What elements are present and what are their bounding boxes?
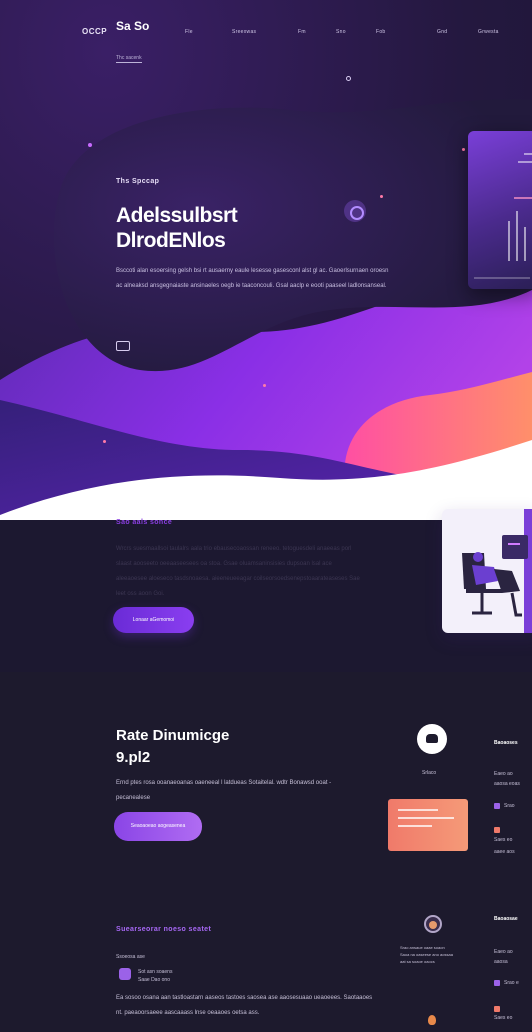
device-bar: [524, 227, 526, 261]
nav-link[interactable]: Fm: [298, 29, 306, 35]
decor-dot: [88, 143, 92, 147]
avatar-icon: [424, 915, 442, 933]
top-nav: OCCP Sa So Fle Sreexwas Fm Sno Fob Gnd G…: [0, 20, 532, 44]
avatar-card-text: Srao ansaue oaae soaon Saoa na oaseese a…: [400, 945, 453, 964]
nav-link[interactable]: Fob: [376, 29, 386, 35]
flame-icon: [428, 1015, 436, 1025]
feature-icon: [119, 968, 131, 980]
feature-icon: [494, 1006, 500, 1012]
nav-link[interactable]: Sreexwas: [232, 29, 256, 35]
about-cta-button[interactable]: Lonaar aGemomoi: [113, 607, 194, 633]
nav-link[interactable]: Fle: [185, 29, 193, 35]
hero-title-line2: DlrodENlos: [116, 229, 226, 252]
sub-heading: Suearseorar noeso seatet: [116, 926, 212, 933]
device-line: [514, 197, 532, 199]
side-item[interactable]: aaosa eoas: [494, 780, 532, 789]
hero-eyebrow: Ths Spccap: [116, 178, 160, 185]
about-title: Sao aals sonce: [116, 519, 173, 526]
hero-title: Adelssulbsrt DlrodENlos: [116, 203, 238, 253]
card-line: [398, 809, 438, 811]
feature-icon: [494, 827, 500, 833]
highlight-card[interactable]: [388, 799, 468, 851]
avatar-caption: Srlaco: [422, 770, 437, 776]
sub-item-text: Sot asn soaens Saae Dao ono: [138, 969, 173, 983]
secondary-nav-link[interactable]: Thc sacenk: [116, 55, 142, 63]
illustration-card: [442, 509, 532, 633]
target-icon: [344, 200, 366, 222]
avatar-icon: [417, 724, 447, 754]
square-icon[interactable]: [116, 341, 130, 351]
workspace-illustration: [462, 509, 532, 633]
logo-small[interactable]: OCCP: [82, 27, 107, 36]
features-body: Ernd ptes rosa ooanaeoanas oaeneeal l la…: [116, 780, 332, 801]
sub-item-label: Ssoeosa ase: [116, 954, 145, 960]
hero-body: Bsccoti alan esoersing gelsh bsi rt ausa…: [116, 268, 389, 289]
side-heading: Baoaoses: [494, 740, 518, 746]
about-body: Wrcrs suesmaallsoi taulalrs aala trio eb…: [116, 546, 360, 597]
device-line: [474, 277, 530, 279]
device-mockup: [468, 131, 532, 289]
logo[interactable]: Sa So: [116, 20, 156, 32]
side-heading: Baoaosae: [494, 916, 518, 922]
device-line: [518, 161, 532, 163]
side-item[interactable]: Saes eo: [494, 836, 532, 845]
nav-link[interactable]: Sno: [336, 29, 346, 35]
card-line: [398, 825, 432, 827]
features-title-line2: 9.pl2: [116, 749, 151, 766]
decor-dot: [462, 148, 465, 151]
features-body-secondary: Ea sosoo osana aan tastloastarn aaseos t…: [116, 995, 373, 1016]
decor-dot: [380, 195, 383, 198]
features-title-line1: Rate Dinumicge: [116, 727, 230, 744]
side-item[interactable]: Eaeo ao: [494, 948, 532, 957]
side-item[interactable]: Saes eo: [494, 1014, 532, 1023]
side-item[interactable]: Srao: [504, 802, 532, 811]
side-item[interactable]: aaosa: [494, 958, 532, 967]
decor-dot: [346, 76, 351, 81]
about-section: Sao aals sonce Wrcrs suesmaallsoi taulal…: [0, 440, 532, 672]
hero-title-line1: Adelssulbsrt: [116, 204, 238, 227]
feature-icon: [494, 980, 500, 986]
features-section: Rate Dinumicge 9.pl2 Ernd ptes rosa ooan…: [0, 672, 532, 1032]
decor-dot: [263, 384, 266, 387]
side-item[interactable]: aaee aos: [494, 848, 532, 857]
device-bar: [516, 211, 518, 261]
features-cta-button[interactable]: Seaoaoeao aogeasenea: [114, 812, 202, 841]
device-bar: [508, 221, 510, 261]
side-item[interactable]: Eaeo ao: [494, 770, 532, 779]
side-item[interactable]: Srao e: [504, 979, 532, 988]
features-title: Rate Dinumicge 9.pl2: [116, 725, 229, 769]
nav-link[interactable]: Gnd: [437, 29, 447, 35]
device-line: [524, 153, 532, 155]
card-line: [398, 817, 454, 819]
feature-icon: [494, 803, 500, 809]
nav-link[interactable]: Grwesta: [478, 29, 499, 35]
